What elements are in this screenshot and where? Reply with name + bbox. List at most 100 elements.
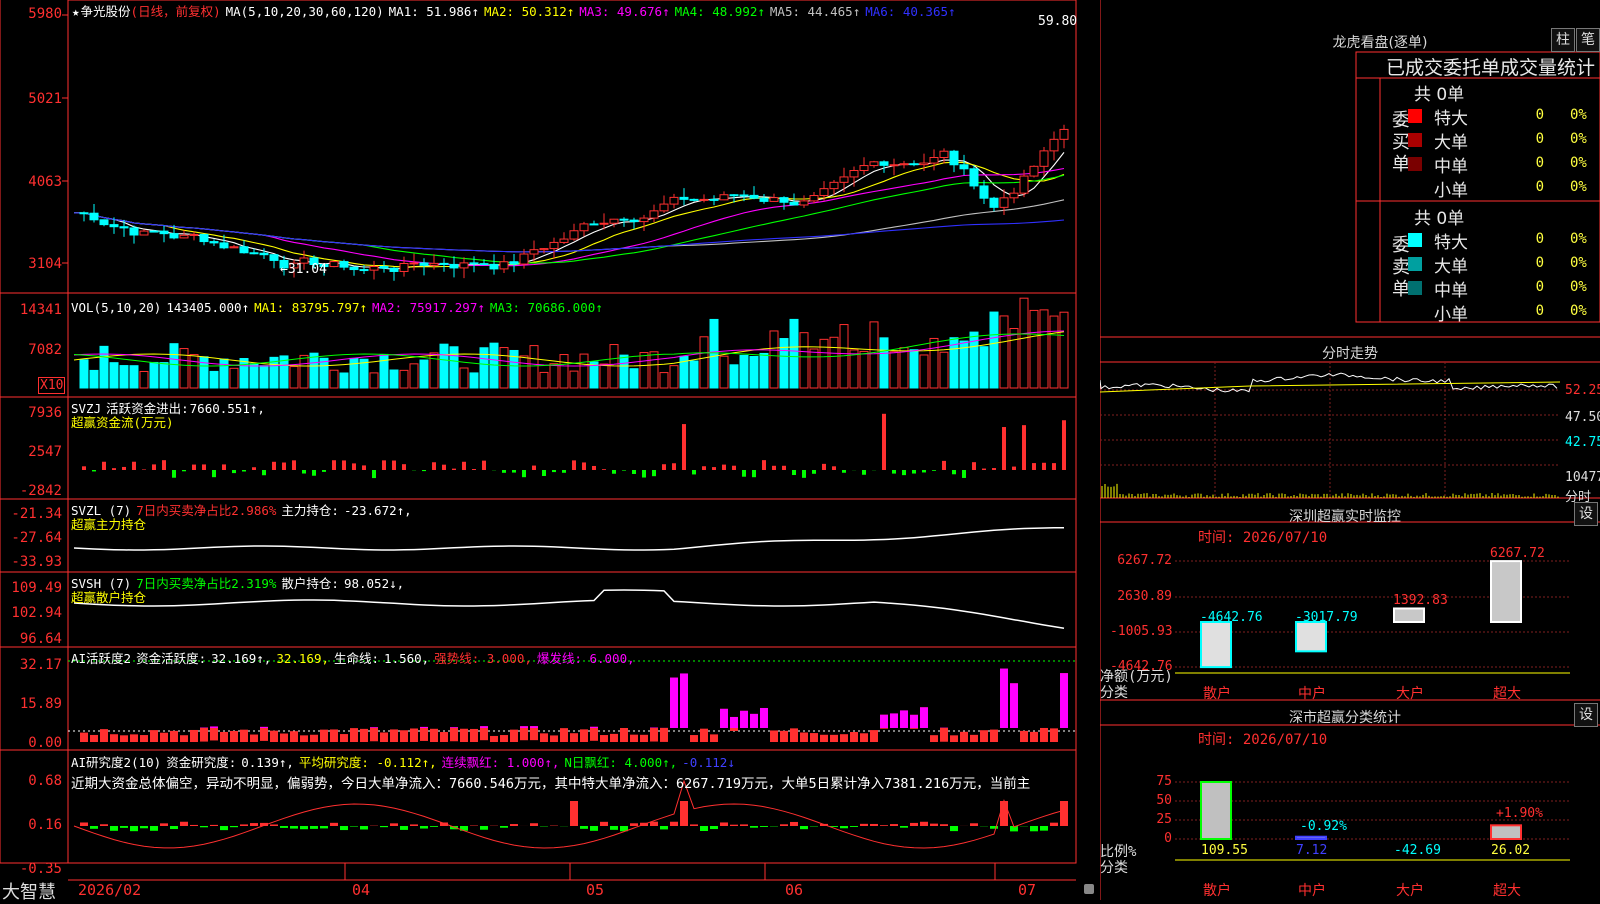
- classify-y-tick: 25: [1120, 812, 1172, 827]
- retail-position-line: [74, 590, 1064, 628]
- volume-bar: [990, 312, 998, 388]
- volume-bar: [1060, 312, 1068, 388]
- candle-body: [340, 262, 348, 268]
- activity-bar: [500, 735, 508, 742]
- volume-bar: [630, 369, 638, 388]
- research-bar: [880, 825, 888, 826]
- flow-bar: [182, 470, 186, 471]
- candle-body: [810, 196, 818, 201]
- activity-bar: [1030, 732, 1038, 742]
- volume-bar: [400, 370, 408, 388]
- monitor-title: 深圳超赢实时监控: [1210, 506, 1480, 526]
- activity-bar-high: [920, 707, 928, 728]
- activity-bar: [520, 726, 528, 740]
- flow-bar: [992, 468, 996, 470]
- activity-bar-high: [480, 726, 488, 728]
- flow-bar: [512, 470, 516, 473]
- classify-settings-button[interactable]: 设: [1574, 703, 1598, 727]
- buy-row-count: 0: [1510, 179, 1544, 195]
- ma-value: MA3: 70686.000↑: [490, 300, 603, 315]
- candle-body: [200, 234, 208, 241]
- activity-bar: [970, 735, 978, 742]
- volume-bar: [220, 359, 228, 388]
- dragon-title: 龙虎看盘(逐单): [1290, 32, 1470, 52]
- flow-bar: [932, 470, 936, 471]
- flow-bar: [162, 460, 166, 470]
- candle-body: [90, 213, 98, 220]
- research-bar: [600, 822, 608, 826]
- y-tick: 3104: [2, 256, 62, 272]
- candle-body: [860, 166, 868, 171]
- candle-body: [550, 242, 558, 248]
- research-bar: [760, 826, 768, 827]
- vol-unit-badge: X10: [38, 377, 65, 394]
- star-icon: ★: [72, 4, 80, 19]
- ai2-red: 连续飘红: 1.000↑,: [442, 755, 560, 770]
- y-tick: 109.49: [2, 580, 62, 596]
- candle-body: [100, 220, 108, 225]
- volume-bar: [250, 364, 258, 388]
- research-bar: [680, 801, 688, 826]
- activity-bar: [220, 732, 228, 742]
- classify-bottom-value: 26.02: [1491, 843, 1530, 858]
- activity-bar: [990, 730, 998, 742]
- research-bar: [380, 826, 388, 827]
- volume-bar: [500, 348, 508, 388]
- candle-body: [350, 267, 358, 269]
- flow-bar: [592, 466, 596, 470]
- candle-body: [930, 157, 938, 163]
- volume-bar: [740, 355, 748, 388]
- activity-bar: [610, 734, 618, 742]
- monitor-bar: [1394, 608, 1424, 622]
- sell-row-pct: 0%: [1570, 303, 1587, 319]
- main-header: ★争光股份(日线，前复权)MA(5,10,20,30,60,120)MA1: 5…: [72, 1, 966, 20]
- volume-bar: [240, 359, 248, 388]
- volume-bar: [520, 356, 528, 388]
- lock-icon[interactable]: [1084, 884, 1094, 894]
- flow-bar: [542, 470, 546, 476]
- flow-bar: [192, 465, 196, 470]
- ai1-label: AI活跃度2: [71, 651, 131, 666]
- volume-bar: [310, 353, 318, 388]
- monitor-settings-button[interactable]: 设: [1574, 502, 1598, 526]
- flow-bar: [292, 460, 296, 470]
- activity-bar: [380, 732, 388, 742]
- flow-bar: [672, 463, 676, 470]
- candle-body: [430, 263, 438, 265]
- classify-category-label: 中户: [1298, 880, 1326, 900]
- research-bar: [860, 824, 868, 826]
- research-bar: [80, 822, 88, 826]
- candle-body: [510, 262, 518, 264]
- bar-mode-button[interactable]: 柱: [1551, 28, 1575, 52]
- candle-body: [950, 151, 958, 165]
- research-bar: [730, 825, 738, 826]
- ai2-desc: 资金研究度:: [166, 755, 236, 770]
- activity-bar: [430, 729, 438, 742]
- chart-area[interactable]: ★争光股份(日线，前复权)MA(5,10,20,30,60,120)MA1: 5…: [0, 0, 1100, 900]
- activity-bar: [820, 735, 828, 742]
- candle-body: [440, 263, 448, 264]
- activity-bar: [340, 734, 348, 742]
- candle-body: [660, 204, 668, 211]
- activity-bar: [330, 729, 338, 742]
- flow-bar: [152, 464, 156, 470]
- flow-bar: [1062, 420, 1066, 470]
- research-bar: [410, 824, 418, 826]
- research-bar: [710, 826, 718, 829]
- classify-category-label: 散户: [1203, 880, 1231, 900]
- sell-total: 共 0单: [1414, 204, 1464, 229]
- volume-bar: [480, 348, 488, 388]
- activity-bar: [450, 727, 458, 741]
- sell-row-count: 0: [1510, 255, 1544, 271]
- monitor-category-label: 中户: [1298, 683, 1326, 703]
- flow-bar: [722, 465, 726, 470]
- buy-row-pct: 0%: [1570, 155, 1587, 171]
- volume-bar: [690, 361, 698, 388]
- activity-bar-high: [680, 673, 688, 728]
- volume-bar: [570, 371, 578, 388]
- classify-bar: [1296, 837, 1326, 839]
- flow-bar: [682, 424, 686, 470]
- flow-bar: [902, 470, 906, 475]
- tick-mode-button[interactable]: 笔: [1576, 28, 1600, 52]
- activity-bar-high: [750, 714, 758, 728]
